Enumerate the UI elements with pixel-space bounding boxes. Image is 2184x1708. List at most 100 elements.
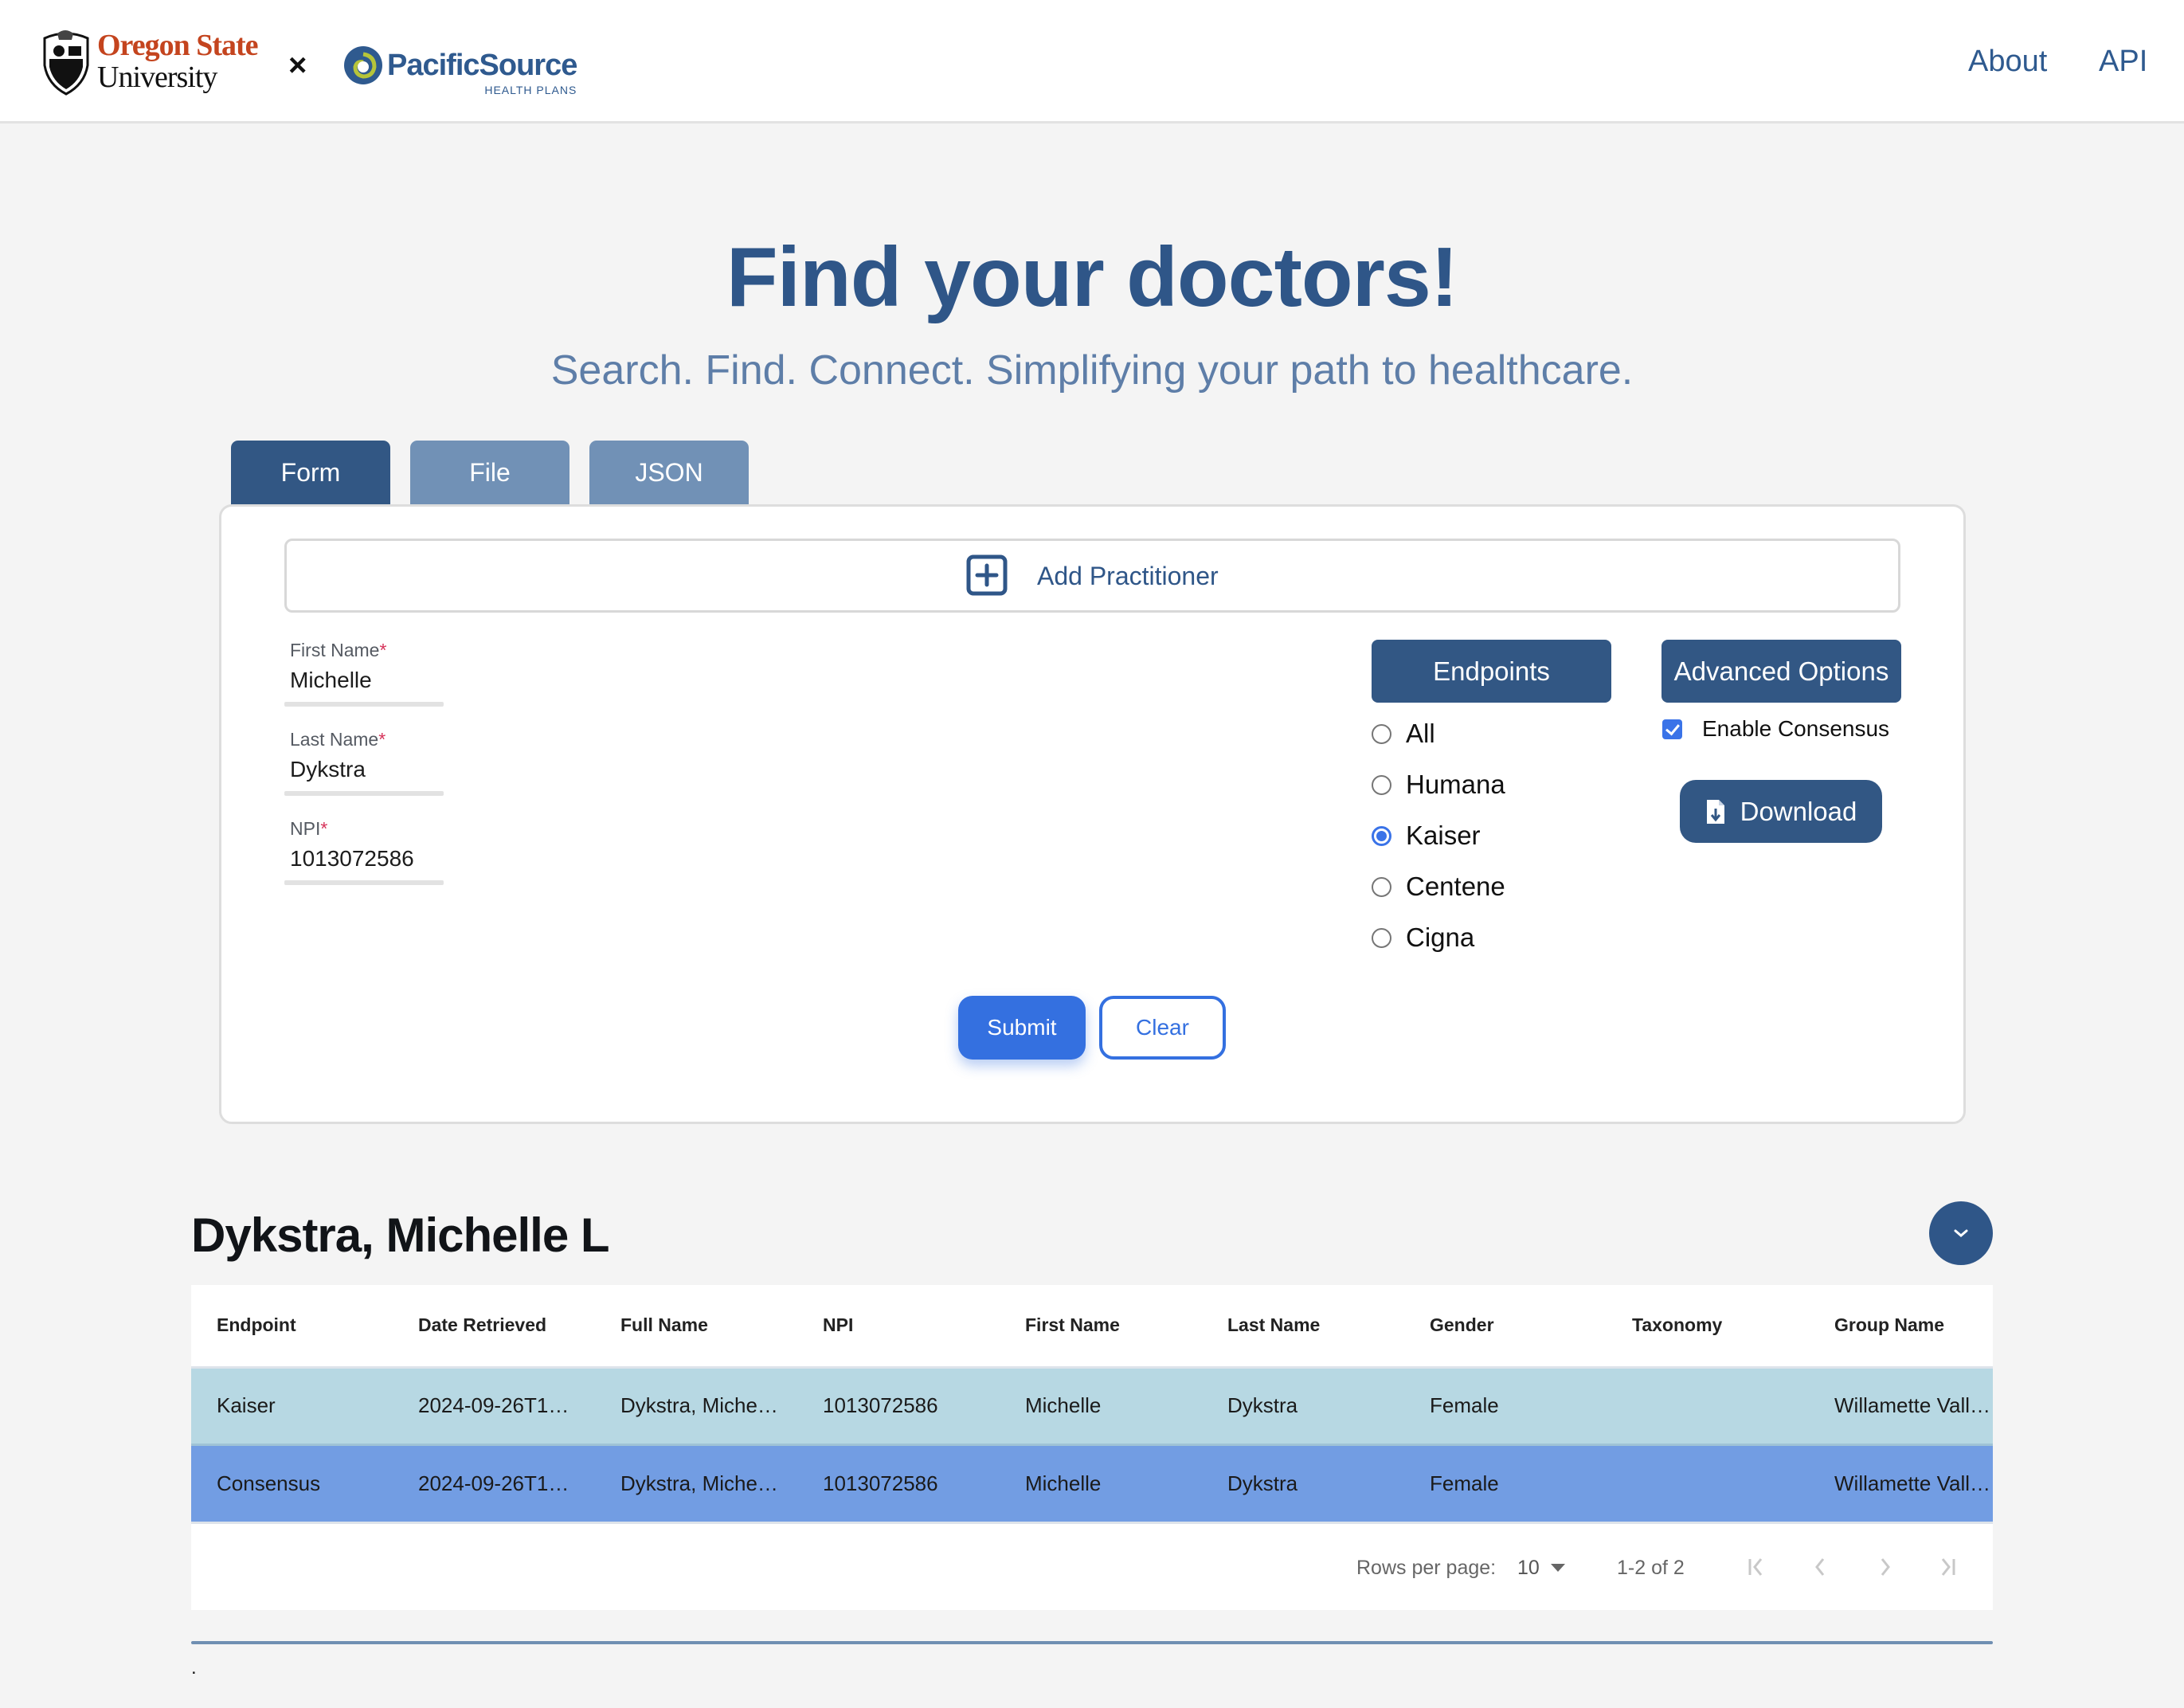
enable-consensus-checkbox[interactable]	[1662, 719, 1682, 739]
cell-first-name: Michelle	[1000, 1367, 1202, 1446]
radio-humana-label: Humana	[1406, 770, 1505, 799]
submit-button[interactable]: Submit	[958, 996, 1086, 1060]
first-page-icon[interactable]	[1743, 1553, 1771, 1581]
endpoint-radio-humana[interactable]: Humana	[1372, 769, 1505, 801]
cell-endpoint: Consensus	[191, 1444, 393, 1522]
cell-group-name: Willamette Vall…	[1809, 1367, 1993, 1446]
top-navbar: Oregon State University × PacificSource …	[0, 0, 2184, 123]
last-name-field: Last Name*	[284, 727, 444, 796]
radio-all[interactable]	[1372, 723, 1391, 744]
radio-all-label: All	[1406, 719, 1435, 748]
column-header-group-name[interactable]: Group Name	[1809, 1285, 1993, 1369]
column-header-taxonomy[interactable]: Taxonomy	[1607, 1285, 1809, 1369]
table-pagination: Rows per page: 10 1-2 of 2	[191, 1522, 1993, 1610]
download-button[interactable]: Download	[1680, 780, 1882, 843]
pacificsource-swirl-icon	[344, 46, 382, 84]
last-name-label: Last Name*	[290, 729, 386, 750]
cell-last-name: Dykstra	[1202, 1367, 1404, 1446]
cell-date-retrieved: 2024-09-26T1…	[393, 1444, 595, 1522]
column-header-last-name[interactable]: Last Name	[1202, 1285, 1404, 1369]
last-name-input[interactable]	[284, 751, 444, 791]
cell-group-name: Willamette Vall…	[1809, 1444, 1993, 1522]
endpoint-radio-centene[interactable]: Centene	[1372, 871, 1505, 903]
logo-separator: ×	[288, 48, 307, 83]
nav-about-link[interactable]: About	[1968, 41, 2047, 81]
npi-field: NPI*	[284, 817, 444, 885]
first-name-label: First Name*	[290, 640, 387, 660]
cell-first-name: Michelle	[1000, 1444, 1202, 1522]
advanced-options-button[interactable]: Advanced Options	[1661, 640, 1901, 703]
cell-gender: Female	[1404, 1367, 1607, 1446]
npi-label: NPI*	[290, 818, 328, 839]
npi-input[interactable]	[284, 840, 444, 880]
tab-file[interactable]: File	[410, 441, 569, 507]
radio-humana[interactable]	[1372, 774, 1391, 795]
column-header-full-name[interactable]: Full Name	[595, 1285, 797, 1369]
radio-centene[interactable]	[1372, 876, 1391, 897]
plus-square-icon	[966, 554, 1008, 596]
column-header-first-name[interactable]: First Name	[1000, 1285, 1202, 1369]
page-title: Find your doctors!	[726, 230, 1458, 324]
clear-button[interactable]: Clear	[1099, 996, 1226, 1060]
column-header-gender[interactable]: Gender	[1404, 1285, 1607, 1369]
radio-centene-label: Centene	[1406, 872, 1505, 901]
endpoints-button[interactable]: Endpoints	[1372, 640, 1611, 703]
file-download-icon	[1706, 799, 1724, 824]
pagination-range: 1-2 of 2	[1617, 1557, 1685, 1579]
endpoint-radio-cigna[interactable]: Cigna	[1372, 922, 1474, 954]
radio-cigna[interactable]	[1372, 927, 1391, 948]
cell-last-name: Dykstra	[1202, 1444, 1404, 1522]
first-name-underline	[284, 702, 444, 707]
oregon-state-logo[interactable]: Oregon State University	[40, 25, 259, 97]
cell-endpoint: Kaiser	[191, 1367, 393, 1446]
cell-gender: Female	[1404, 1444, 1607, 1522]
npi-underline	[284, 880, 444, 885]
chevron-down-icon	[1954, 1229, 1968, 1237]
pacificsource-logo[interactable]: PacificSource HEALTH PLANS	[342, 45, 577, 96]
table-row[interactable]: Consensus 2024-09-26T1… Dykstra, Miche… …	[191, 1444, 1993, 1522]
enable-consensus-label: Enable Consensus	[1702, 716, 1890, 741]
cell-taxonomy	[1607, 1444, 1809, 1522]
radio-kaiser-label: Kaiser	[1406, 821, 1481, 850]
column-header-date-retrieved[interactable]: Date Retrieved	[393, 1285, 595, 1369]
last-name-underline	[284, 791, 444, 796]
results-table: Endpoint Date Retrieved Full Name NPI Fi…	[191, 1285, 1993, 1610]
first-name-input[interactable]	[284, 662, 444, 702]
last-page-icon[interactable]	[1932, 1553, 1961, 1581]
cell-npi: 1013072586	[797, 1367, 1000, 1446]
footer-text: .	[191, 1657, 197, 1679]
pacificsource-logo-line1: PacificSource	[387, 49, 577, 82]
cell-date-retrieved: 2024-09-26T1…	[393, 1367, 595, 1446]
next-page-icon[interactable]	[1870, 1553, 1899, 1581]
table-row[interactable]: Kaiser 2024-09-26T1… Dykstra, Miche… 101…	[191, 1367, 1993, 1446]
radio-cigna-label: Cigna	[1406, 923, 1475, 952]
endpoint-radio-kaiser[interactable]: Kaiser	[1372, 820, 1481, 852]
radio-kaiser[interactable]	[1372, 825, 1391, 846]
cell-full-name: Dykstra, Miche…	[595, 1444, 797, 1522]
endpoint-radio-all[interactable]: All	[1372, 718, 1435, 750]
nav-api-link[interactable]: API	[2099, 41, 2147, 81]
download-label: Download	[1740, 796, 1857, 826]
rows-per-page-select[interactable]: 10	[1517, 1554, 1565, 1581]
cell-taxonomy	[1607, 1367, 1809, 1446]
cell-full-name: Dykstra, Miche…	[595, 1367, 797, 1446]
result-practitioner-heading: Dykstra, Michelle L	[191, 1209, 610, 1262]
collapse-results-button[interactable]	[1929, 1201, 1993, 1265]
rows-per-page-value: 10	[1517, 1557, 1540, 1579]
osu-shield-icon	[43, 30, 89, 96]
cell-npi: 1013072586	[797, 1444, 1000, 1522]
caret-down-icon	[1550, 1564, 1565, 1572]
osu-logo-line2: University	[97, 61, 217, 94]
first-name-field: First Name*	[284, 638, 444, 707]
column-header-endpoint[interactable]: Endpoint	[191, 1285, 393, 1369]
enable-consensus-option[interactable]: Enable Consensus	[1662, 716, 1889, 742]
tab-form[interactable]: Form	[231, 441, 390, 507]
tab-json[interactable]: JSON	[589, 441, 749, 507]
previous-page-icon[interactable]	[1806, 1553, 1835, 1581]
section-divider	[191, 1641, 1993, 1644]
add-practitioner-label: Add Practitioner	[1037, 562, 1219, 590]
column-header-npi[interactable]: NPI	[797, 1285, 1000, 1369]
page-subtitle: Search. Find. Connect. Simplifying your …	[550, 347, 1634, 394]
osu-logo-line1: Oregon State	[97, 29, 259, 62]
table-header-row: Endpoint Date Retrieved Full Name NPI Fi…	[191, 1285, 1993, 1369]
